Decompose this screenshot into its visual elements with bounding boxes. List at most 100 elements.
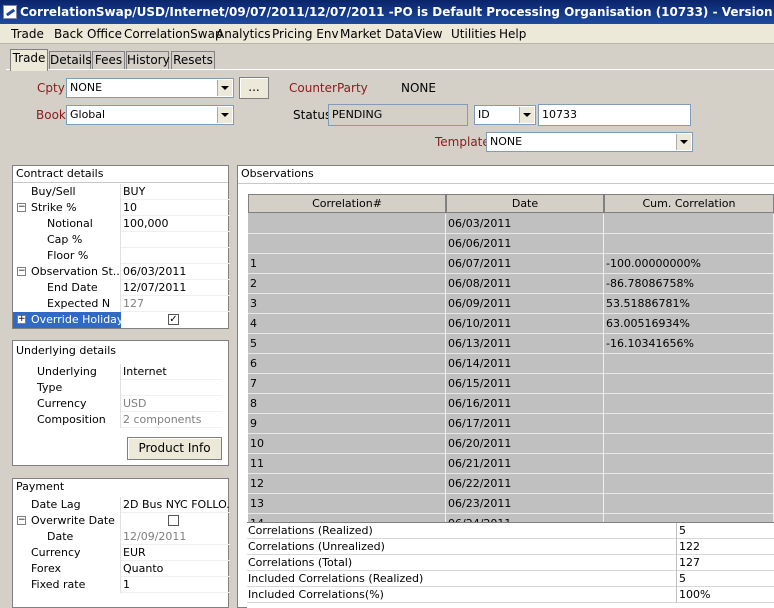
tab-details[interactable]: Details: [49, 51, 92, 70]
menu-correlationswap[interactable]: CorrelationSwap: [124, 26, 223, 42]
payment-title: Payment: [13, 479, 228, 497]
correlation-number-cell: 4: [248, 314, 446, 334]
cum-correlation-cell: [604, 214, 774, 234]
chevron-down-icon[interactable]: [519, 107, 534, 123]
correlation-number-cell: 7: [248, 374, 446, 394]
table-row[interactable]: 06/06/2011: [248, 234, 774, 254]
observations-title: Observations: [238, 166, 774, 184]
menu-pricing-env[interactable]: Pricing Env: [272, 26, 339, 42]
book-select[interactable]: Global: [66, 105, 234, 125]
contract-details-title: Contract details: [13, 166, 228, 183]
column-header-date[interactable]: Date: [446, 194, 604, 213]
template-select[interactable]: NONE: [486, 132, 693, 152]
correlation-number-cell: 10: [248, 434, 446, 454]
property-row: − Strike % 10: [13, 200, 230, 216]
table-row[interactable]: 5 06/13/2011 -16.10341656%: [248, 334, 774, 354]
cum-correlation-cell: 63.00516934%: [604, 314, 774, 334]
menu-trade[interactable]: Trade: [11, 26, 44, 42]
correlation-number-cell: 1: [248, 254, 446, 274]
date-cell: 06/21/2011: [446, 454, 604, 474]
correlation-number-cell: 14: [248, 514, 446, 522]
cum-correlation-cell: [604, 474, 774, 494]
table-row[interactable]: 9 06/17/2011: [248, 414, 774, 434]
override-holidays-row[interactable]: + Override Holidays: [13, 312, 121, 328]
cum-correlation-cell: [604, 514, 774, 522]
menu-help[interactable]: Help: [499, 26, 526, 42]
menu-utilities[interactable]: Utilities: [451, 26, 496, 42]
tab-history[interactable]: History: [126, 51, 170, 70]
cpty-lookup-button[interactable]: ...: [239, 77, 269, 99]
table-row[interactable]: 4 06/10/2011 63.00516934%: [248, 314, 774, 334]
strike-value[interactable]: 10: [121, 200, 230, 216]
correlation-number-cell: 11: [248, 454, 446, 474]
column-header-cum-correlation[interactable]: Cum. Correlation: [604, 194, 774, 213]
table-row[interactable]: 1406/24/2011: [248, 514, 774, 522]
end-date-value[interactable]: 12/07/2011: [121, 280, 230, 296]
table-row[interactable]: 11 06/21/2011: [248, 454, 774, 474]
table-row[interactable]: 2 06/08/2011 -86.78086758%: [248, 274, 774, 294]
property-key: Floor %: [13, 248, 121, 264]
floor-value[interactable]: [121, 248, 230, 264]
column-header-correlation[interactable]: Correlation#: [248, 194, 446, 213]
table-row[interactable]: 6 06/14/2011: [248, 354, 774, 374]
menu-analytics[interactable]: Analytics: [216, 26, 271, 42]
override-holidays-checkbox[interactable]: ✓: [168, 314, 179, 325]
summary-value: 100%: [679, 588, 711, 601]
property-key: Type: [21, 380, 121, 396]
table-row[interactable]: 8 06/16/2011: [248, 394, 774, 414]
chevron-down-icon[interactable]: [676, 134, 691, 150]
menu-market-data[interactable]: Market Data: [340, 26, 414, 42]
summary-key: Correlations (Realized): [247, 523, 677, 539]
observation-start-value[interactable]: 06/03/2011: [121, 264, 230, 280]
fixed-rate-value[interactable]: 1: [121, 577, 230, 593]
table-row[interactable]: 10 06/20/2011: [248, 434, 774, 454]
correlation-number-cell: 2: [248, 274, 446, 294]
chevron-down-icon[interactable]: [217, 80, 232, 96]
id-field[interactable]: 10733: [538, 104, 691, 126]
cpty-select[interactable]: NONE: [66, 78, 234, 98]
property-key: Composition: [21, 412, 121, 428]
cum-correlation-cell: [604, 374, 774, 394]
table-row[interactable]: 12 06/22/2011: [248, 474, 774, 494]
date-cell: 06/15/2011: [446, 374, 604, 394]
buy-sell-value[interactable]: BUY: [121, 184, 230, 200]
underlying-value[interactable]: Internet: [121, 364, 222, 380]
notional-value[interactable]: 100,000: [121, 216, 230, 232]
table-row[interactable]: 7 06/15/2011: [248, 374, 774, 394]
summary-value: 122: [679, 540, 700, 553]
id-type-select[interactable]: ID: [474, 105, 536, 125]
property-key: Strike %: [13, 200, 121, 216]
summary-value: 5: [679, 572, 686, 585]
tab-fees[interactable]: Fees: [92, 51, 125, 70]
chevron-down-icon[interactable]: [217, 107, 232, 123]
type-value[interactable]: [121, 380, 222, 396]
menu-back-office[interactable]: Back Office: [54, 26, 122, 42]
table-row[interactable]: 13 06/23/2011: [248, 494, 774, 514]
table-row[interactable]: 1 06/07/2011 -100.00000000%: [248, 254, 774, 274]
forex-value[interactable]: Quanto: [121, 561, 230, 577]
menu-view[interactable]: View: [414, 26, 442, 42]
cpty-label: Cpty: [37, 81, 65, 95]
overwrite-date-checkbox[interactable]: [168, 515, 179, 526]
payment-currency-value[interactable]: EUR: [121, 545, 230, 561]
property-row: Cap %: [13, 232, 230, 248]
date-cell: 06/06/2011: [446, 234, 604, 254]
date-cell: 06/24/2011: [446, 514, 604, 522]
property-key: Date: [13, 529, 121, 545]
cap-value[interactable]: [121, 232, 230, 248]
cum-correlation-cell: [604, 494, 774, 514]
window-title: CorrelationSwap/USD/Internet/09/07/2011/…: [20, 5, 774, 19]
property-key: Currency: [21, 396, 121, 412]
tab-resets[interactable]: Resets: [171, 51, 215, 70]
tab-trade[interactable]: Trade: [10, 49, 48, 71]
date-lag-value[interactable]: 2D Bus NYC FOLLO...: [121, 497, 230, 513]
template-label: Template: [435, 135, 490, 149]
date-cell: 06/22/2011: [446, 474, 604, 494]
date-cell: 06/08/2011: [446, 274, 604, 294]
table-row[interactable]: 3 06/09/2011 53.51886781%: [248, 294, 774, 314]
product-info-button[interactable]: Product Info: [127, 437, 222, 460]
property-row: Expected N 127: [13, 296, 230, 312]
menu-bar: Trade Back Office CorrelationSwap Analyt…: [0, 24, 774, 44]
table-row[interactable]: 06/03/2011: [248, 214, 774, 234]
date-cell: 06/14/2011: [446, 354, 604, 374]
